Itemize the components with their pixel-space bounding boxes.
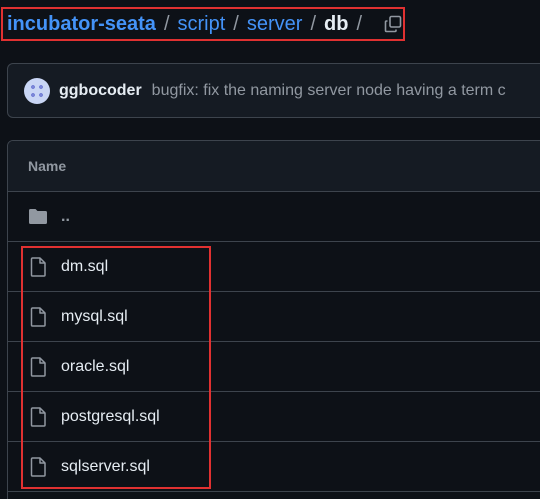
folder-icon: [28, 207, 48, 227]
file-row[interactable]: mysql.sql: [8, 292, 540, 342]
file-icon: [28, 306, 48, 327]
file-table: Name .. dm.sql mysql.sql oracle.sql post…: [7, 140, 540, 499]
breadcrumb-current: db: [324, 12, 349, 35]
file-icon: [28, 256, 48, 277]
file-name-link[interactable]: mysql.sql: [61, 308, 128, 326]
commit-message[interactable]: bugfix: fix the naming server node havin…: [152, 82, 506, 100]
file-row[interactable]: sqlserver.sql: [8, 442, 540, 492]
parent-directory-row[interactable]: ..: [8, 192, 540, 242]
file-icon: [28, 356, 48, 377]
breadcrumb: incubator-seata / script / server / db /: [7, 11, 404, 37]
file-row[interactable]: dm.sql: [8, 242, 540, 292]
commit-author[interactable]: ggbocoder: [59, 82, 142, 100]
file-name-link[interactable]: oracle.sql: [61, 358, 129, 376]
file-name-link[interactable]: sqlserver.sql: [61, 458, 150, 476]
avatar[interactable]: [24, 77, 50, 104]
breadcrumb-script-link[interactable]: script: [178, 13, 226, 36]
breadcrumb-repo-link[interactable]: incubator-seata: [7, 13, 156, 36]
file-row[interactable]: oracle.sql: [8, 342, 540, 392]
breadcrumb-server-link[interactable]: server: [247, 13, 303, 36]
breadcrumb-separator: /: [163, 12, 170, 35]
breadcrumb-separator: /: [356, 12, 362, 35]
copy-path-icon[interactable]: [382, 13, 404, 35]
table-header-name: Name: [8, 141, 540, 192]
file-icon: [28, 406, 48, 427]
breadcrumb-separator: /: [310, 12, 316, 35]
file-name-link[interactable]: postgresql.sql: [61, 408, 160, 426]
file-icon: [28, 456, 48, 477]
page: incubator-seata / script / server / db /…: [0, 0, 540, 499]
file-name-link[interactable]: dm.sql: [61, 258, 108, 276]
latest-commit-bar: ggbocoder bugfix: fix the naming server …: [7, 63, 540, 118]
parent-directory-label: ..: [61, 207, 70, 225]
breadcrumb-separator: /: [233, 12, 239, 35]
file-row[interactable]: postgresql.sql: [8, 392, 540, 442]
